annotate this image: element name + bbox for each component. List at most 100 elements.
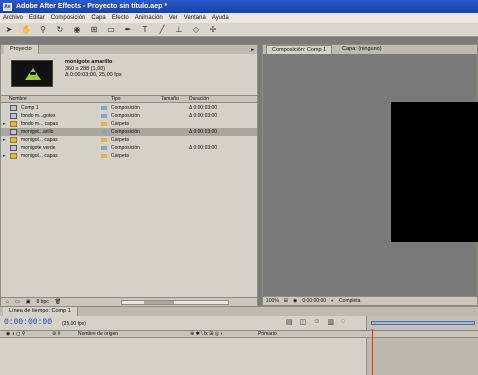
menu-ayuda[interactable]: Ayuda [212, 15, 229, 21]
rotate-tool-icon[interactable]: ↻ [55, 25, 65, 34]
layer-switches-icon[interactable]: ⊕ ✱ \ fx ⊞ ◎ ◐ [190, 331, 224, 338]
shy-layers-icon[interactable]: ☺ [313, 318, 320, 326]
project-row[interactable]: ▸ monigot... capas Carpeta [1, 152, 257, 160]
menu-ventana[interactable]: Ventana [184, 15, 206, 21]
scrollbar-thumb[interactable] [144, 301, 174, 304]
project-horizontal-scrollbar[interactable] [121, 300, 229, 305]
work-area-bar[interactable] [371, 321, 475, 325]
label-color-swatch[interactable] [101, 122, 107, 126]
project-row-type: Composición [111, 145, 140, 151]
menu-composicion[interactable]: Composición [51, 15, 86, 21]
folder-twirl-icon[interactable]: ▸ [3, 152, 6, 160]
timeline-timecode[interactable]: 0:00:00:00 [4, 318, 52, 327]
menu-efecto[interactable]: Efecto [112, 15, 129, 21]
magnification-value[interactable]: 100% [266, 298, 279, 304]
pan-behind-tool-icon[interactable]: ⊞ [89, 25, 99, 34]
pen-tool-icon[interactable]: ✒ [123, 25, 133, 34]
current-time[interactable]: 0:00:00:00 [302, 298, 326, 304]
composition-panel: Composición: Comp 1 Capa: (ninguno) 100%… [262, 44, 478, 306]
project-row-name: Comp 1 [21, 105, 39, 111]
label-color-swatch[interactable] [101, 146, 107, 150]
menu-ver[interactable]: Ver [169, 15, 178, 21]
menu-capa[interactable]: Capa [91, 15, 105, 21]
source-name-header[interactable]: Nombre de origen [78, 331, 118, 338]
frame-blending-icon[interactable]: ▥ [327, 318, 334, 326]
project-row-type: Carpeta [111, 121, 129, 127]
menu-editar[interactable]: Editar [29, 15, 45, 21]
comp-mini-flowchart-icon[interactable]: ▤ [286, 318, 293, 326]
zoom-tool-icon[interactable]: ⚲ [38, 25, 48, 34]
column-duration[interactable]: Duración [189, 96, 209, 103]
draft-3d-icon[interactable]: ◫ [300, 318, 307, 326]
project-row-duration: Δ 0:00:03:00 [189, 129, 218, 135]
rectangle-tool-icon[interactable]: ▭ [106, 25, 116, 34]
hand-tool-icon[interactable]: ✋ [21, 25, 31, 34]
composition-canvas[interactable] [391, 102, 478, 242]
new-composition-icon[interactable]: ▣ [26, 299, 31, 305]
tools-toolbar: ➤ ✋ ⚲ ↻ ◉ ⊞ ▭ ✒ T ╱ ⊥ ◇ ✢ [0, 23, 478, 37]
color-channel-icon[interactable]: ◐ [331, 298, 334, 304]
brush-tool-icon[interactable]: ╱ [157, 25, 167, 34]
composition-tab-row: Composición: Comp 1 Capa: (ninguno) [263, 45, 477, 54]
column-type[interactable]: Tipo [111, 96, 121, 103]
project-row[interactable]: ▸ fondo m... capas Carpeta [1, 120, 257, 128]
project-row[interactable]: monigot...arillo Composición Δ 0:00:03:00 [1, 128, 257, 136]
delete-icon[interactable]: 🗑 [55, 299, 61, 305]
new-folder-icon[interactable]: ▭ [15, 299, 20, 305]
project-row[interactable]: ▸ monigot... capas Carpeta [1, 136, 257, 144]
tab-composition[interactable]: Composición: Comp 1 [266, 45, 333, 54]
panel-menu-icon[interactable]: ▸ [251, 47, 254, 53]
tab-layer[interactable]: Capa: (ninguno) [338, 45, 385, 54]
project-row[interactable]: Comp 1 Composición Δ 0:00:03:00 [1, 104, 257, 112]
composition-viewer[interactable] [263, 54, 478, 296]
character-eye [30, 72, 36, 75]
project-row-duration: Δ 0:00:03:00 [189, 113, 218, 119]
label-color-swatch[interactable] [101, 106, 107, 110]
tab-project[interactable]: Proyecto [4, 45, 39, 54]
timeline-fps: (25,00 fps) [62, 321, 86, 327]
menu-bar: Archivo Editar Composición Capa Efecto A… [0, 13, 478, 23]
eraser-tool-icon[interactable]: ◇ [191, 25, 201, 34]
folder-icon [10, 153, 17, 159]
project-row[interactable]: fondo m...gotes Composición Δ 0:00:03:00 [1, 112, 257, 120]
tab-timeline[interactable]: Línea de tiempo: Comp 1 [3, 307, 78, 316]
menu-animacion[interactable]: Animación [135, 15, 163, 21]
snapshot-icon[interactable]: ◉ [293, 298, 297, 304]
folder-icon [10, 137, 17, 143]
folder-twirl-icon[interactable]: ▸ [3, 120, 6, 128]
label-color-swatch[interactable] [101, 114, 107, 118]
puppet-tool-icon[interactable]: ✢ [208, 25, 218, 34]
project-row-duration: Δ 0:00:03:00 [189, 105, 218, 111]
interpret-footage-icon[interactable]: ⌂ [6, 299, 9, 305]
title-bar: Ae Adobe After Effects - Proyecto sin tí… [0, 0, 478, 13]
selection-tool-icon[interactable]: ➤ [4, 25, 14, 34]
project-panel: Proyecto ▸ monigote amarillo 360 x 288 (… [0, 44, 258, 306]
column-name[interactable]: Nombre [9, 96, 27, 103]
color-depth-label[interactable]: 8 bpc [37, 299, 49, 305]
clone-tool-icon[interactable]: ⊥ [174, 25, 184, 34]
current-time-indicator[interactable] [372, 329, 373, 375]
project-row[interactable]: monigote verde Composición Δ 0:00:03:00 [1, 144, 257, 152]
project-row-name: monigot... capas [21, 153, 58, 159]
av-switches-icon[interactable]: ◉ ◖ ◻ ⚲ [6, 331, 25, 338]
project-tab-row: Proyecto ▸ [1, 45, 257, 54]
text-tool-icon[interactable]: T [140, 25, 150, 34]
resolution-value[interactable]: Completa [339, 298, 360, 304]
parent-header[interactable]: Primario [258, 331, 277, 338]
safe-zones-icon[interactable]: ⊞ [284, 298, 288, 304]
camera-tool-icon[interactable]: ◉ [72, 25, 82, 34]
timeline-track-area[interactable] [366, 338, 478, 375]
folder-twirl-icon[interactable]: ▸ [3, 136, 6, 144]
timeline-ruler[interactable] [366, 316, 478, 330]
menu-archivo[interactable]: Archivo [3, 15, 23, 21]
label-color-swatch[interactable] [101, 154, 107, 158]
app-logo-icon: Ae [3, 2, 12, 11]
composition-icon [10, 105, 17, 111]
label-switches-icon[interactable]: ⊘ # [52, 331, 60, 338]
timeline-panel: Línea de tiempo: Comp 1 0:00:00:00 (25,0… [0, 306, 478, 375]
motion-blur-icon[interactable]: ◌ [341, 318, 345, 326]
column-size[interactable]: Tamaño [161, 96, 179, 103]
label-color-swatch[interactable] [101, 130, 107, 134]
selected-item-thumbnail [11, 60, 53, 87]
label-color-swatch[interactable] [101, 138, 107, 142]
